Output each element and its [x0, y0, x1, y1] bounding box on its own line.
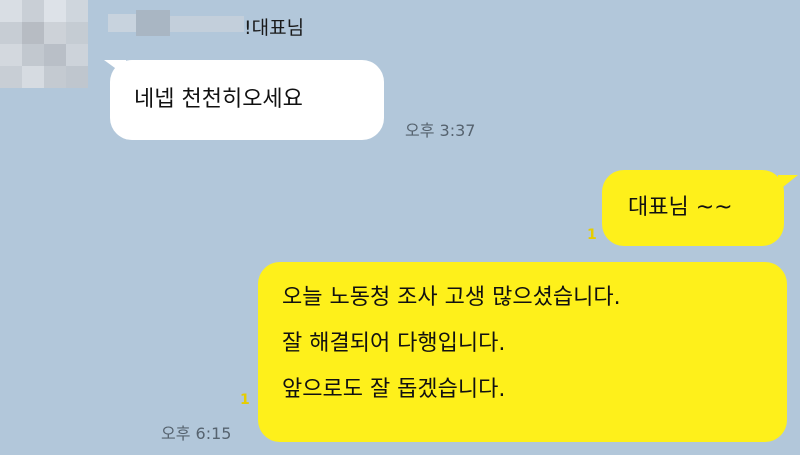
unread-count: 1: [240, 392, 250, 408]
outgoing-message-text: 대표님 ~~: [628, 195, 733, 220]
incoming-message-text: 네넵 천천히오세요: [134, 87, 303, 112]
outgoing-message-bubble[interactable]: 대표님 ~~: [602, 170, 784, 246]
incoming-message-bubble[interactable]: 네넵 천천히오세요: [110, 60, 384, 140]
outgoing-message-text: 오늘 노동청 조사 고생 많으셨습니다. 잘 해결되어 다행입니다. 앞으로도 …: [282, 275, 763, 413]
outgoing-message-time: 오후 6:15: [161, 424, 232, 443]
sender-name: !대표님: [244, 17, 305, 39]
message-line: 오늘 노동청 조사 고생 많으셨습니다.: [282, 285, 621, 310]
avatar[interactable]: [0, 0, 98, 94]
outgoing-bubble-tail: [778, 175, 798, 191]
outgoing-message-bubble[interactable]: 오늘 노동청 조사 고생 많으셨습니다. 잘 해결되어 다행입니다. 앞으로도 …: [258, 262, 787, 442]
unread-count: 1: [587, 227, 597, 243]
sender-name-blur: [108, 10, 248, 38]
incoming-message-time: 오후 3:37: [405, 121, 476, 140]
message-line: 잘 해결되어 다행입니다.: [282, 331, 506, 356]
message-line: 앞으로도 잘 돕겠습니다.: [282, 377, 506, 402]
